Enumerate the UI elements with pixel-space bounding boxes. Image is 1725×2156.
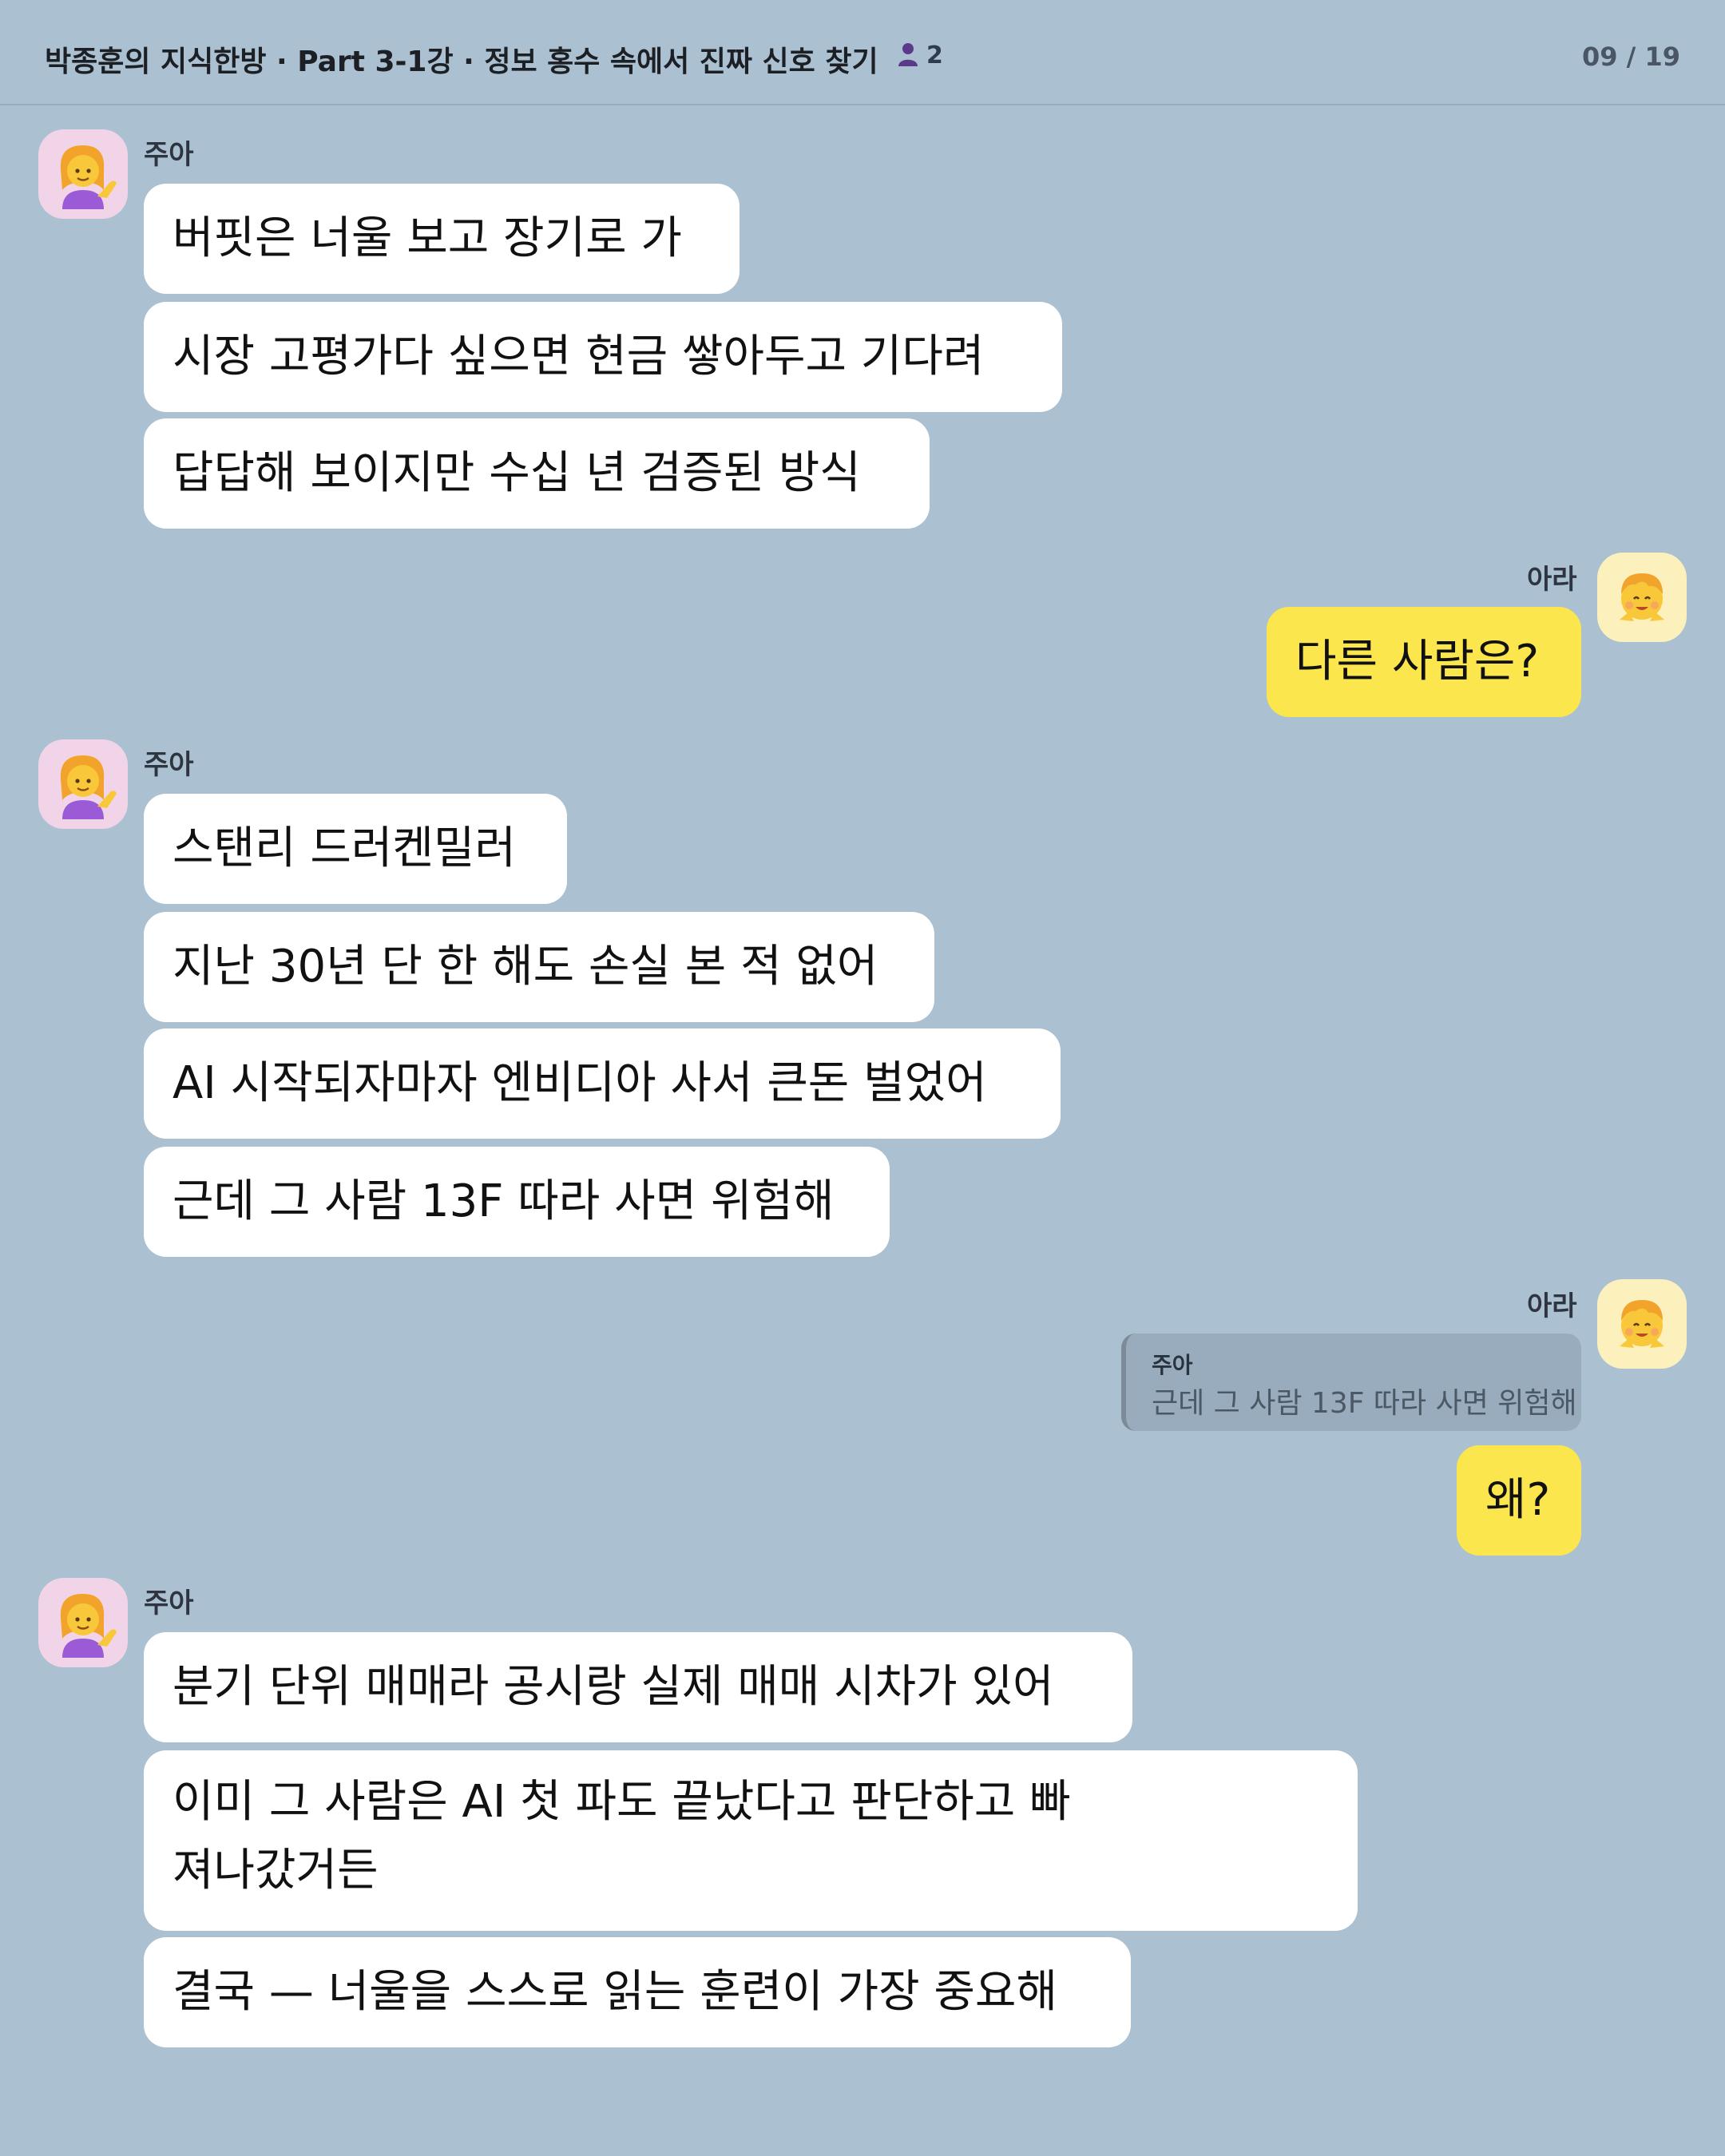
message-bubble[interactable]: 버핏은 너울 보고 장기로 가 [144, 184, 740, 294]
woman-tipping-hand-icon [60, 1594, 117, 1658]
message-bubble[interactable]: 결국 — 너울을 스스로 읽는 훈련이 가장 중요해 [144, 1937, 1131, 2047]
sender-name-ara: 아라 [1527, 564, 1577, 596]
message-bubble[interactable]: 시장 고평가다 싶으면 현금 쌓아두고 기다려 [144, 302, 1062, 412]
sender-name-joa: 주아 [144, 749, 194, 781]
message-bubble[interactable]: 다른 사람은? [1267, 607, 1581, 717]
sender-name-joa: 주아 [144, 1587, 194, 1619]
message-bubble[interactable]: 왜? [1457, 1445, 1581, 1556]
woman-tipping-hand-icon [60, 755, 117, 819]
member-count[interactable]: 2 [898, 42, 943, 69]
message-bubble[interactable]: 지난 30년 단 한 해도 손실 본 적 없어 [144, 912, 934, 1022]
message-bubble[interactable]: 근데 그 사람 13F 따라 사면 위험해 [144, 1147, 890, 1257]
sender-name-joa: 주아 [144, 139, 194, 171]
message-bubble[interactable]: 분기 단위 매매라 공시랑 실제 매매 시차가 있어 [144, 1632, 1132, 1742]
woman-tipping-hand-icon [60, 145, 117, 209]
chat-title: 박종훈의 지식한방 · Part 3-1강 · 정보 홍수 속에서 진짜 신호 … [45, 46, 878, 78]
avatar-joa[interactable] [38, 739, 128, 829]
person-icon [898, 42, 918, 66]
quote-text: 근데 그 사람 13F 따라 사면 위험해 [1152, 1387, 1577, 1420]
avatar-joa[interactable] [38, 129, 128, 219]
avatar-ara[interactable] [1597, 553, 1687, 642]
avatar-ara[interactable] [1597, 1279, 1687, 1369]
message-bubble[interactable]: 이미 그 사람은 AI 첫 파도 끝났다고 판단하고 빠져나갔거든 [144, 1750, 1358, 1931]
avatar-joa[interactable] [38, 1578, 128, 1667]
smiling-child-icon [1620, 573, 1664, 621]
message-bubble[interactable]: AI 시작되자마자 엔비디아 사서 큰돈 벌었어 [144, 1028, 1061, 1139]
message-bubble[interactable]: 스탠리 드러켄밀러 [144, 794, 567, 904]
sender-name-ara: 아라 [1527, 1290, 1577, 1322]
smiling-child-icon [1620, 1300, 1664, 1348]
page-indicator: 09 / 19 [1581, 42, 1680, 72]
chat-header: 박종훈의 지식한방 · Part 3-1강 · 정보 홍수 속에서 진짜 신호 … [0, 0, 1725, 105]
quote-sender: 주아 [1152, 1352, 1193, 1378]
message-bubble[interactable]: 답답해 보이지만 수십 년 검증된 방식 [144, 418, 930, 529]
member-count-label: 2 [926, 42, 943, 69]
reply-quote[interactable]: 주아 근데 그 사람 13F 따라 사면 위험해 [1121, 1334, 1581, 1431]
